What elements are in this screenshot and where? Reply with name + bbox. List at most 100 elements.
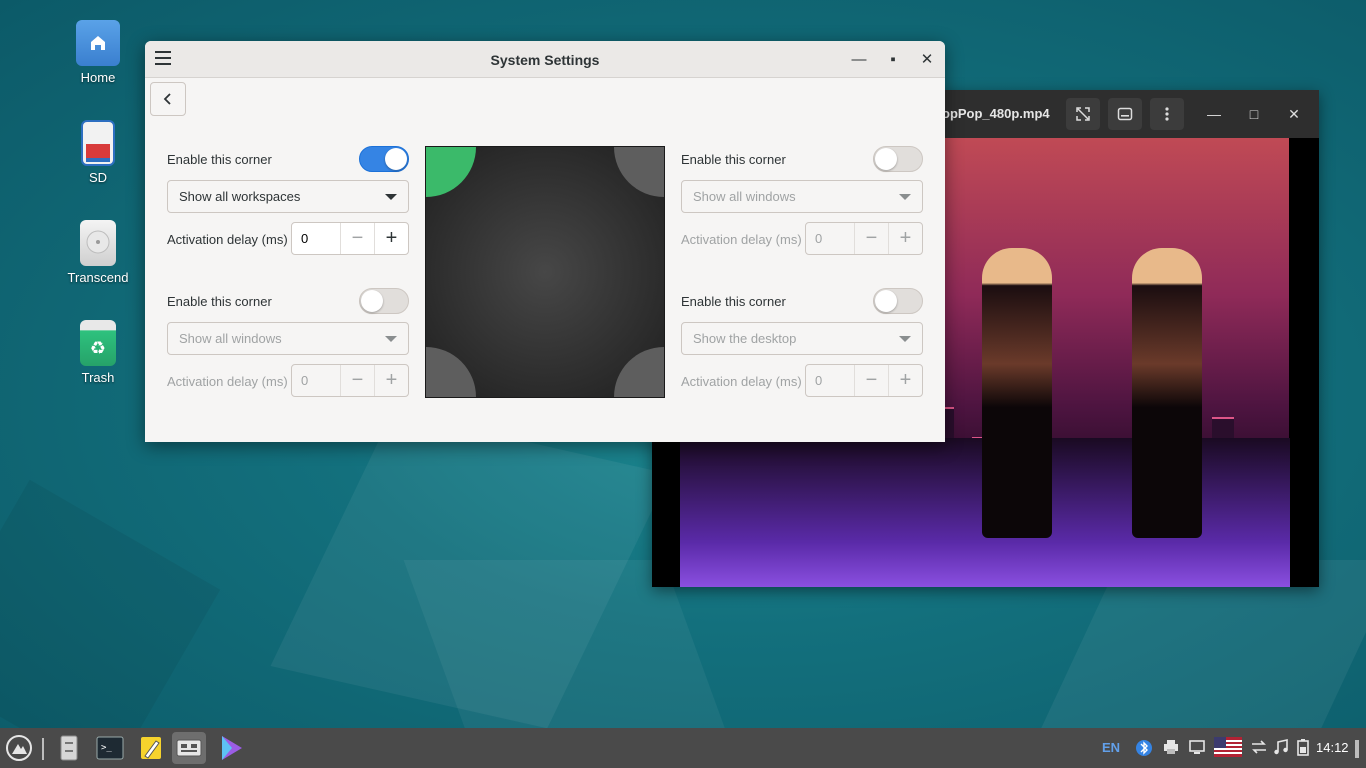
enable-corner-toggle[interactable] bbox=[873, 288, 923, 314]
preview-corner-top-right bbox=[614, 147, 664, 197]
bluetooth-icon[interactable] bbox=[1136, 737, 1152, 762]
app-menu-button[interactable] bbox=[2, 732, 36, 764]
background-shard bbox=[0, 479, 221, 728]
text-editor-launcher[interactable] bbox=[134, 732, 168, 764]
video-player-taskbar-item[interactable] bbox=[214, 732, 248, 764]
activation-delay-label: Activation delay (ms) bbox=[167, 232, 288, 247]
show-desktop-button[interactable] bbox=[1355, 740, 1359, 758]
decrement-button[interactable]: − bbox=[340, 223, 374, 254]
increment-button[interactable]: + bbox=[374, 223, 408, 254]
spinner-value[interactable]: 0 bbox=[815, 373, 822, 388]
music-note-icon[interactable] bbox=[1272, 738, 1290, 759]
drive-icon bbox=[80, 220, 116, 266]
clock[interactable]: 14:12 bbox=[1316, 740, 1349, 755]
taskbar: >_ EN 14:12 bbox=[0, 728, 1366, 768]
distro-logo-icon bbox=[6, 735, 32, 761]
desktop-icon-transcend[interactable]: Transcend bbox=[58, 220, 138, 285]
desktop-icon-label: Home bbox=[80, 70, 116, 85]
svg-text:>_: >_ bbox=[101, 743, 112, 753]
corner-action-dropdown[interactable]: Show the desktop bbox=[681, 322, 923, 355]
preview-corner-bottom-right bbox=[614, 347, 664, 397]
corner-bottom-right: Enable this corner Show the desktop Acti… bbox=[681, 288, 923, 398]
desktop-icon-trash[interactable]: ♻ Trash bbox=[58, 320, 138, 385]
enable-corner-toggle[interactable] bbox=[359, 288, 409, 314]
maximize-icon[interactable]: ▪ bbox=[882, 49, 904, 71]
terminal-icon: >_ bbox=[96, 736, 124, 760]
printer-icon[interactable] bbox=[1162, 738, 1180, 759]
spinner-value[interactable]: 0 bbox=[301, 373, 308, 388]
decrement-button[interactable]: − bbox=[340, 365, 374, 396]
close-icon[interactable]: ✕ bbox=[916, 49, 938, 71]
fullscreen-button[interactable] bbox=[1066, 98, 1100, 130]
close-icon[interactable]: ✕ bbox=[1282, 102, 1306, 126]
enable-corner-label: Enable this corner bbox=[167, 152, 272, 167]
spinner-value[interactable]: 0 bbox=[815, 231, 822, 246]
settings-headerbar[interactable]: System Settings — ▪ ✕ bbox=[145, 41, 945, 78]
window-title: System Settings bbox=[490, 52, 600, 68]
taskbar-separator bbox=[42, 738, 44, 760]
increment-button[interactable]: + bbox=[374, 365, 408, 396]
activation-delay-spinner[interactable]: 0 − + bbox=[805, 222, 923, 255]
chevron-down-icon bbox=[385, 194, 397, 200]
activation-delay-spinner[interactable]: 0 − + bbox=[291, 222, 409, 255]
spinner-value[interactable]: 0 bbox=[301, 231, 308, 246]
sd-card-icon bbox=[81, 120, 115, 166]
us-flag-icon[interactable] bbox=[1214, 737, 1242, 760]
chevron-down-icon bbox=[899, 336, 911, 342]
dropdown-value: Show all workspaces bbox=[179, 189, 301, 204]
system-settings-window[interactable]: System Settings — ▪ ✕ Enable this corner… bbox=[145, 41, 945, 442]
menu-kebab-button[interactable] bbox=[1150, 98, 1184, 130]
corner-action-dropdown[interactable]: Show all windows bbox=[681, 180, 923, 213]
dropdown-value: Show the desktop bbox=[693, 331, 797, 346]
enable-corner-toggle[interactable] bbox=[873, 146, 923, 172]
network-icon[interactable] bbox=[1250, 738, 1268, 759]
corner-top-right: Enable this corner Show all windows Acti… bbox=[681, 146, 923, 256]
desktop-icon-label: Trash bbox=[81, 370, 115, 385]
video-title: opPop_480p.mp4 bbox=[942, 106, 1050, 121]
decrement-button[interactable]: − bbox=[854, 365, 888, 396]
back-button[interactable] bbox=[150, 82, 186, 116]
desktop-icon-sd[interactable]: SD bbox=[58, 120, 138, 185]
folder-home-icon bbox=[76, 20, 120, 66]
corner-action-dropdown[interactable]: Show all windows bbox=[167, 322, 409, 355]
preview-corner-top-left bbox=[426, 147, 476, 197]
dropdown-value: Show all windows bbox=[693, 189, 796, 204]
desktop-icon-home[interactable]: Home bbox=[58, 20, 138, 85]
increment-button[interactable]: + bbox=[888, 223, 922, 254]
enable-corner-label: Enable this corner bbox=[681, 294, 786, 309]
minimize-icon[interactable]: — bbox=[848, 49, 870, 71]
subtitles-button[interactable] bbox=[1108, 98, 1142, 130]
hot-corner-preview bbox=[425, 146, 665, 398]
activation-delay-spinner[interactable]: 0 − + bbox=[291, 364, 409, 397]
system-settings-taskbar-item[interactable] bbox=[172, 732, 206, 764]
decrement-button[interactable]: − bbox=[854, 223, 888, 254]
battery-icon[interactable] bbox=[1295, 738, 1311, 759]
video-performer bbox=[1132, 248, 1202, 538]
activation-delay-spinner[interactable]: 0 − + bbox=[805, 364, 923, 397]
terminal-launcher[interactable]: >_ bbox=[93, 732, 127, 764]
pencil-notepad-icon bbox=[141, 737, 161, 759]
corner-bottom-left: Enable this corner Show all windows Acti… bbox=[167, 288, 409, 398]
file-manager-launcher[interactable] bbox=[52, 732, 86, 764]
display-icon[interactable] bbox=[1188, 738, 1206, 759]
keyboard-layout-indicator[interactable]: EN bbox=[1102, 740, 1120, 755]
enable-corner-toggle[interactable] bbox=[359, 146, 409, 172]
enable-corner-label: Enable this corner bbox=[681, 152, 786, 167]
chevron-down-icon bbox=[899, 194, 911, 200]
activation-delay-label: Activation delay (ms) bbox=[681, 232, 802, 247]
minimize-icon[interactable]: — bbox=[1202, 102, 1226, 126]
maximize-icon[interactable]: □ bbox=[1242, 102, 1266, 126]
chevron-left-icon bbox=[163, 93, 171, 105]
enable-corner-label: Enable this corner bbox=[167, 294, 272, 309]
desktop-icon-label: SD bbox=[88, 170, 108, 185]
desktop-icon-label: Transcend bbox=[67, 270, 129, 285]
activation-delay-label: Activation delay (ms) bbox=[681, 374, 802, 389]
corner-action-dropdown[interactable]: Show all workspaces bbox=[167, 180, 409, 213]
increment-button[interactable]: + bbox=[888, 365, 922, 396]
video-performer bbox=[982, 248, 1052, 538]
trash-icon: ♻ bbox=[80, 320, 116, 366]
file-cabinet-icon bbox=[60, 735, 78, 761]
dropdown-value: Show all windows bbox=[179, 331, 282, 346]
settings-app-icon bbox=[176, 739, 202, 757]
activation-delay-label: Activation delay (ms) bbox=[167, 374, 288, 389]
